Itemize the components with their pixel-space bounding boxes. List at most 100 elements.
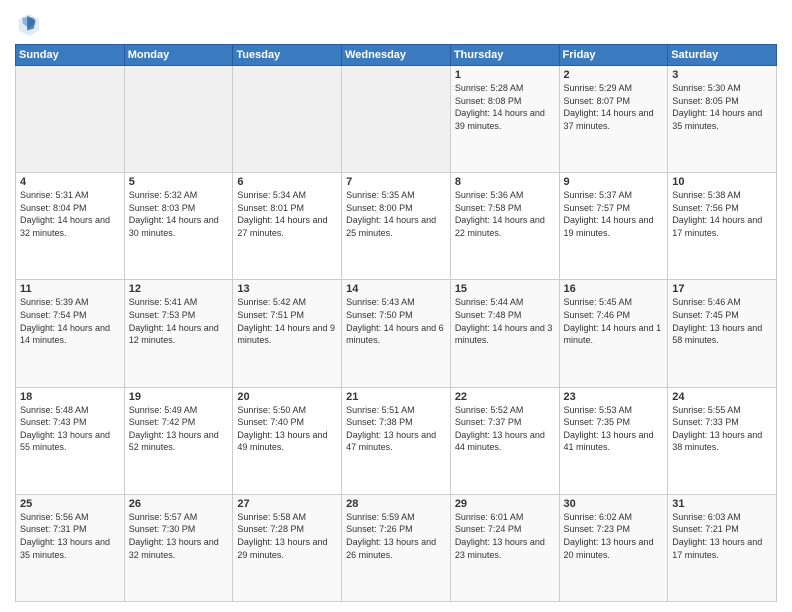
cell-day: 28 (346, 498, 446, 510)
cell-day: 12 (129, 283, 229, 295)
cell-day: 17 (672, 283, 772, 295)
cell-info: Sunrise: 5:57 AMSunset: 7:30 PMDaylight:… (129, 511, 229, 561)
calendar-cell: 7 Sunrise: 5:35 AMSunset: 8:00 PMDayligh… (342, 173, 451, 280)
calendar-cell (342, 66, 451, 173)
calendar-cell: 8 Sunrise: 5:36 AMSunset: 7:58 PMDayligh… (450, 173, 559, 280)
calendar-cell (124, 66, 233, 173)
header (15, 10, 777, 38)
calendar-cell: 31 Sunrise: 6:03 AMSunset: 7:21 PMDaylig… (668, 494, 777, 601)
cell-day: 15 (455, 283, 555, 295)
header-day-thursday: Thursday (450, 45, 559, 66)
cell-day: 18 (20, 391, 120, 403)
cell-day: 10 (672, 176, 772, 188)
calendar-cell: 20 Sunrise: 5:50 AMSunset: 7:40 PMDaylig… (233, 387, 342, 494)
cell-day: 9 (564, 176, 664, 188)
cell-day: 6 (237, 176, 337, 188)
cell-info: Sunrise: 5:56 AMSunset: 7:31 PMDaylight:… (20, 511, 120, 561)
cell-day: 21 (346, 391, 446, 403)
week-row-5: 25 Sunrise: 5:56 AMSunset: 7:31 PMDaylig… (16, 494, 777, 601)
cell-day: 25 (20, 498, 120, 510)
cell-info: Sunrise: 5:55 AMSunset: 7:33 PMDaylight:… (672, 404, 772, 454)
calendar-cell: 11 Sunrise: 5:39 AMSunset: 7:54 PMDaylig… (16, 280, 125, 387)
header-day-sunday: Sunday (16, 45, 125, 66)
page: SundayMondayTuesdayWednesdayThursdayFrid… (0, 0, 792, 612)
cell-day: 24 (672, 391, 772, 403)
cell-day: 27 (237, 498, 337, 510)
header-day-saturday: Saturday (668, 45, 777, 66)
cell-info: Sunrise: 5:38 AMSunset: 7:56 PMDaylight:… (672, 189, 772, 239)
calendar-cell: 28 Sunrise: 5:59 AMSunset: 7:26 PMDaylig… (342, 494, 451, 601)
calendar-cell: 5 Sunrise: 5:32 AMSunset: 8:03 PMDayligh… (124, 173, 233, 280)
cell-day: 7 (346, 176, 446, 188)
calendar-cell: 15 Sunrise: 5:44 AMSunset: 7:48 PMDaylig… (450, 280, 559, 387)
cell-info: Sunrise: 5:50 AMSunset: 7:40 PMDaylight:… (237, 404, 337, 454)
calendar-cell: 30 Sunrise: 6:02 AMSunset: 7:23 PMDaylig… (559, 494, 668, 601)
header-day-friday: Friday (559, 45, 668, 66)
calendar-cell: 4 Sunrise: 5:31 AMSunset: 8:04 PMDayligh… (16, 173, 125, 280)
calendar-cell: 14 Sunrise: 5:43 AMSunset: 7:50 PMDaylig… (342, 280, 451, 387)
calendar-cell: 13 Sunrise: 5:42 AMSunset: 7:51 PMDaylig… (233, 280, 342, 387)
cell-day: 8 (455, 176, 555, 188)
cell-info: Sunrise: 6:03 AMSunset: 7:21 PMDaylight:… (672, 511, 772, 561)
cell-info: Sunrise: 5:34 AMSunset: 8:01 PMDaylight:… (237, 189, 337, 239)
header-day-monday: Monday (124, 45, 233, 66)
cell-day: 4 (20, 176, 120, 188)
cell-day: 29 (455, 498, 555, 510)
cell-info: Sunrise: 5:42 AMSunset: 7:51 PMDaylight:… (237, 296, 337, 346)
header-row: SundayMondayTuesdayWednesdayThursdayFrid… (16, 45, 777, 66)
cell-day: 1 (455, 69, 555, 81)
calendar-cell: 19 Sunrise: 5:49 AMSunset: 7:42 PMDaylig… (124, 387, 233, 494)
week-row-2: 4 Sunrise: 5:31 AMSunset: 8:04 PMDayligh… (16, 173, 777, 280)
cell-info: Sunrise: 5:35 AMSunset: 8:00 PMDaylight:… (346, 189, 446, 239)
calendar-cell: 27 Sunrise: 5:58 AMSunset: 7:28 PMDaylig… (233, 494, 342, 601)
cell-info: Sunrise: 5:36 AMSunset: 7:58 PMDaylight:… (455, 189, 555, 239)
cell-info: Sunrise: 6:01 AMSunset: 7:24 PMDaylight:… (455, 511, 555, 561)
cell-info: Sunrise: 5:44 AMSunset: 7:48 PMDaylight:… (455, 296, 555, 346)
calendar-cell: 9 Sunrise: 5:37 AMSunset: 7:57 PMDayligh… (559, 173, 668, 280)
week-row-4: 18 Sunrise: 5:48 AMSunset: 7:43 PMDaylig… (16, 387, 777, 494)
logo-icon (15, 10, 43, 38)
cell-day: 14 (346, 283, 446, 295)
calendar-cell (16, 66, 125, 173)
cell-day: 16 (564, 283, 664, 295)
cell-info: Sunrise: 5:45 AMSunset: 7:46 PMDaylight:… (564, 296, 664, 346)
cell-day: 3 (672, 69, 772, 81)
calendar-cell: 1 Sunrise: 5:28 AMSunset: 8:08 PMDayligh… (450, 66, 559, 173)
cell-day: 26 (129, 498, 229, 510)
calendar-cell: 25 Sunrise: 5:56 AMSunset: 7:31 PMDaylig… (16, 494, 125, 601)
calendar-cell: 24 Sunrise: 5:55 AMSunset: 7:33 PMDaylig… (668, 387, 777, 494)
calendar-header: SundayMondayTuesdayWednesdayThursdayFrid… (16, 45, 777, 66)
cell-info: Sunrise: 5:53 AMSunset: 7:35 PMDaylight:… (564, 404, 664, 454)
calendar-cell: 16 Sunrise: 5:45 AMSunset: 7:46 PMDaylig… (559, 280, 668, 387)
cell-info: Sunrise: 5:58 AMSunset: 7:28 PMDaylight:… (237, 511, 337, 561)
calendar-cell: 3 Sunrise: 5:30 AMSunset: 8:05 PMDayligh… (668, 66, 777, 173)
cell-info: Sunrise: 5:39 AMSunset: 7:54 PMDaylight:… (20, 296, 120, 346)
cell-day: 5 (129, 176, 229, 188)
cell-info: Sunrise: 5:41 AMSunset: 7:53 PMDaylight:… (129, 296, 229, 346)
cell-day: 31 (672, 498, 772, 510)
logo (15, 10, 47, 38)
calendar-cell: 26 Sunrise: 5:57 AMSunset: 7:30 PMDaylig… (124, 494, 233, 601)
cell-info: Sunrise: 5:32 AMSunset: 8:03 PMDaylight:… (129, 189, 229, 239)
cell-day: 13 (237, 283, 337, 295)
week-row-1: 1 Sunrise: 5:28 AMSunset: 8:08 PMDayligh… (16, 66, 777, 173)
cell-day: 23 (564, 391, 664, 403)
cell-info: Sunrise: 5:28 AMSunset: 8:08 PMDaylight:… (455, 82, 555, 132)
cell-day: 11 (20, 283, 120, 295)
calendar-cell: 17 Sunrise: 5:46 AMSunset: 7:45 PMDaylig… (668, 280, 777, 387)
calendar-cell: 29 Sunrise: 6:01 AMSunset: 7:24 PMDaylig… (450, 494, 559, 601)
calendar-cell: 22 Sunrise: 5:52 AMSunset: 7:37 PMDaylig… (450, 387, 559, 494)
cell-day: 19 (129, 391, 229, 403)
cell-info: Sunrise: 5:30 AMSunset: 8:05 PMDaylight:… (672, 82, 772, 132)
calendar-body: 1 Sunrise: 5:28 AMSunset: 8:08 PMDayligh… (16, 66, 777, 602)
week-row-3: 11 Sunrise: 5:39 AMSunset: 7:54 PMDaylig… (16, 280, 777, 387)
cell-info: Sunrise: 5:37 AMSunset: 7:57 PMDaylight:… (564, 189, 664, 239)
cell-info: Sunrise: 5:31 AMSunset: 8:04 PMDaylight:… (20, 189, 120, 239)
cell-info: Sunrise: 5:29 AMSunset: 8:07 PMDaylight:… (564, 82, 664, 132)
calendar-cell: 12 Sunrise: 5:41 AMSunset: 7:53 PMDaylig… (124, 280, 233, 387)
calendar-table: SundayMondayTuesdayWednesdayThursdayFrid… (15, 44, 777, 602)
cell-info: Sunrise: 5:48 AMSunset: 7:43 PMDaylight:… (20, 404, 120, 454)
cell-info: Sunrise: 6:02 AMSunset: 7:23 PMDaylight:… (564, 511, 664, 561)
calendar-cell: 10 Sunrise: 5:38 AMSunset: 7:56 PMDaylig… (668, 173, 777, 280)
cell-info: Sunrise: 5:51 AMSunset: 7:38 PMDaylight:… (346, 404, 446, 454)
